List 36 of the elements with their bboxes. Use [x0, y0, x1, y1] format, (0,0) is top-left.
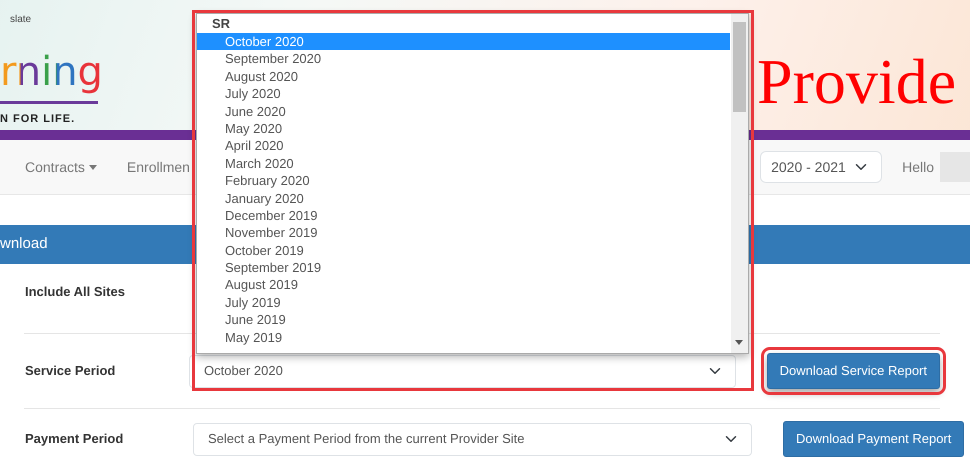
dropdown-option[interactable]: June 2020	[197, 102, 730, 120]
dropdown-option[interactable]: September 2019	[197, 259, 730, 276]
scroll-down-icon	[735, 340, 743, 345]
field-label: Service Period	[24, 362, 116, 380]
dropdown-option[interactable]: October 2019	[197, 242, 730, 260]
dropdown-option[interactable]: June 2019	[197, 311, 730, 329]
payment-period-select[interactable]: Select a Payment Period from the current Provider Site	[193, 422, 752, 456]
dropdown-option[interactable]: January 2020	[197, 190, 730, 207]
caret-icon	[88, 164, 97, 170]
scrollbar[interactable]	[731, 14, 748, 353]
field-label: Payment Period	[24, 430, 124, 448]
nav-link[interactable]: Contracts	[25, 156, 97, 178]
panel-title: wnload	[0, 234, 48, 254]
service-period-select[interactable]: October 2020	[189, 354, 736, 388]
year-select[interactable]: 2020 - 2021	[760, 151, 882, 183]
header-text: slate	[10, 13, 32, 27]
dropdown-option[interactable]: September 2020	[197, 50, 730, 68]
dropdown-option[interactable]: July 2019	[197, 294, 730, 312]
option-group-label: SR	[211, 15, 232, 33]
dropdown-option[interactable]: February 2020	[197, 172, 730, 190]
nav-link[interactable]: Enrollmen	[126, 156, 190, 178]
dropdown-option[interactable]: December 2019	[197, 206, 730, 224]
field-label: Include All Sites	[24, 283, 126, 301]
site-title: Provide	[757, 50, 956, 114]
dropdown-option[interactable]: November 2019	[197, 224, 730, 242]
download-button[interactable]: Download Payment Report	[783, 421, 964, 457]
dropdown-option[interactable]: March 2020	[197, 154, 730, 172]
greeting-text: Hello	[902, 158, 934, 176]
logo-tagline: N FOR LIFE.	[0, 112, 76, 127]
dropdown-option[interactable]: April 2020	[197, 137, 730, 155]
dropdown-option[interactable]: May 2019	[197, 328, 730, 346]
dropdown-option[interactable]: May 2020	[197, 120, 730, 138]
dropdown-option[interactable]: August 2019	[197, 276, 730, 294]
dropdown-option[interactable]: July 2020	[197, 85, 730, 103]
dropdown-option[interactable]: August 2020	[197, 68, 730, 86]
scrollbar-thumb[interactable]	[733, 22, 746, 112]
